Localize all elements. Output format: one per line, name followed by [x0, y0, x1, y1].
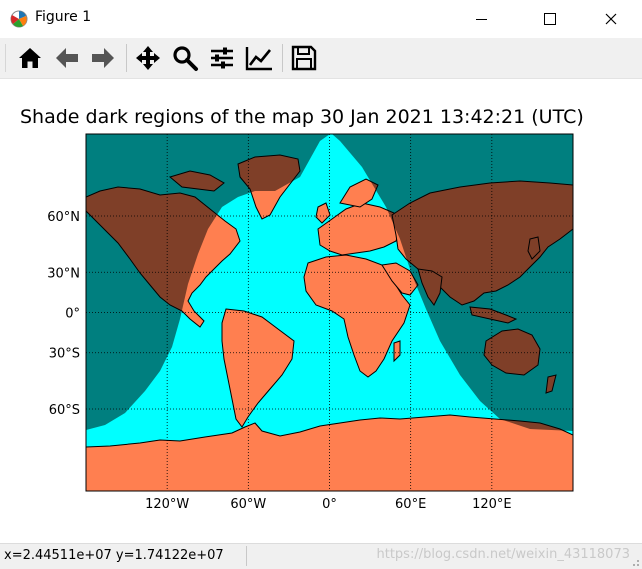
save-button[interactable]: [288, 42, 320, 74]
zoom-icon: [173, 46, 198, 71]
y-tick-label: 60°S: [49, 403, 80, 418]
matplotlib-icon: [10, 10, 28, 28]
x-tick-label: 60°E: [395, 497, 426, 512]
status-bar: x=2.44511e+07 y=1.74122e+07 https://blog…: [0, 543, 642, 569]
x-tick-label: 0°: [322, 497, 337, 512]
resize-grip-icon[interactable]: [630, 557, 640, 567]
window-titlebar: Figure 1: [0, 0, 642, 38]
y-tick-label: 60°N: [47, 210, 80, 225]
home-button[interactable]: [14, 42, 46, 74]
x-tick-label: 120°W: [145, 497, 189, 512]
figure-canvas[interactable]: Shade dark regions of the map 30 Jan 202…: [0, 79, 642, 543]
maximize-button[interactable]: [527, 0, 573, 38]
toolbar-grip: [5, 44, 6, 72]
toolbar-separator: [126, 44, 127, 72]
close-icon: [605, 13, 617, 25]
maximize-icon: [544, 13, 556, 25]
toolbar-separator: [282, 44, 283, 72]
edit-axis-button[interactable]: [243, 42, 275, 74]
pan-button[interactable]: [132, 42, 164, 74]
y-tick-label: 0°: [65, 307, 80, 322]
forward-icon: [92, 48, 114, 68]
minimize-icon: [475, 18, 487, 20]
x-tick-label: 60°W: [230, 497, 266, 512]
back-icon: [56, 48, 78, 68]
close-button[interactable]: [588, 0, 634, 38]
x-tick-label: 120°E: [472, 497, 512, 512]
status-separator: [246, 546, 247, 566]
forward-button[interactable]: [87, 42, 119, 74]
pan-icon: [136, 46, 160, 70]
edit-axis-icon: [245, 47, 272, 71]
y-tick-label: 30°N: [47, 266, 80, 281]
zoom-button[interactable]: [169, 42, 201, 74]
configure-subplots-button[interactable]: [206, 42, 238, 74]
watermark: https://blog.csdn.net/weixin_43118073: [376, 547, 630, 562]
minimize-button[interactable]: [458, 0, 504, 38]
back-button[interactable]: [51, 42, 83, 74]
window-title: Figure 1: [35, 9, 92, 25]
y-tick-label: 30°S: [49, 347, 80, 362]
home-icon: [19, 48, 41, 68]
save-icon: [291, 45, 317, 71]
navigation-toolbar: [0, 38, 642, 79]
world-map-plot: 120°W 60°W 0° 60°E 120°E 60°N 30°N 0° 30°S 60°S: [47, 133, 574, 512]
configure-subplots-icon: [211, 47, 233, 69]
cursor-coordinates: x=2.44511e+07 y=1.74122e+07: [4, 548, 224, 563]
